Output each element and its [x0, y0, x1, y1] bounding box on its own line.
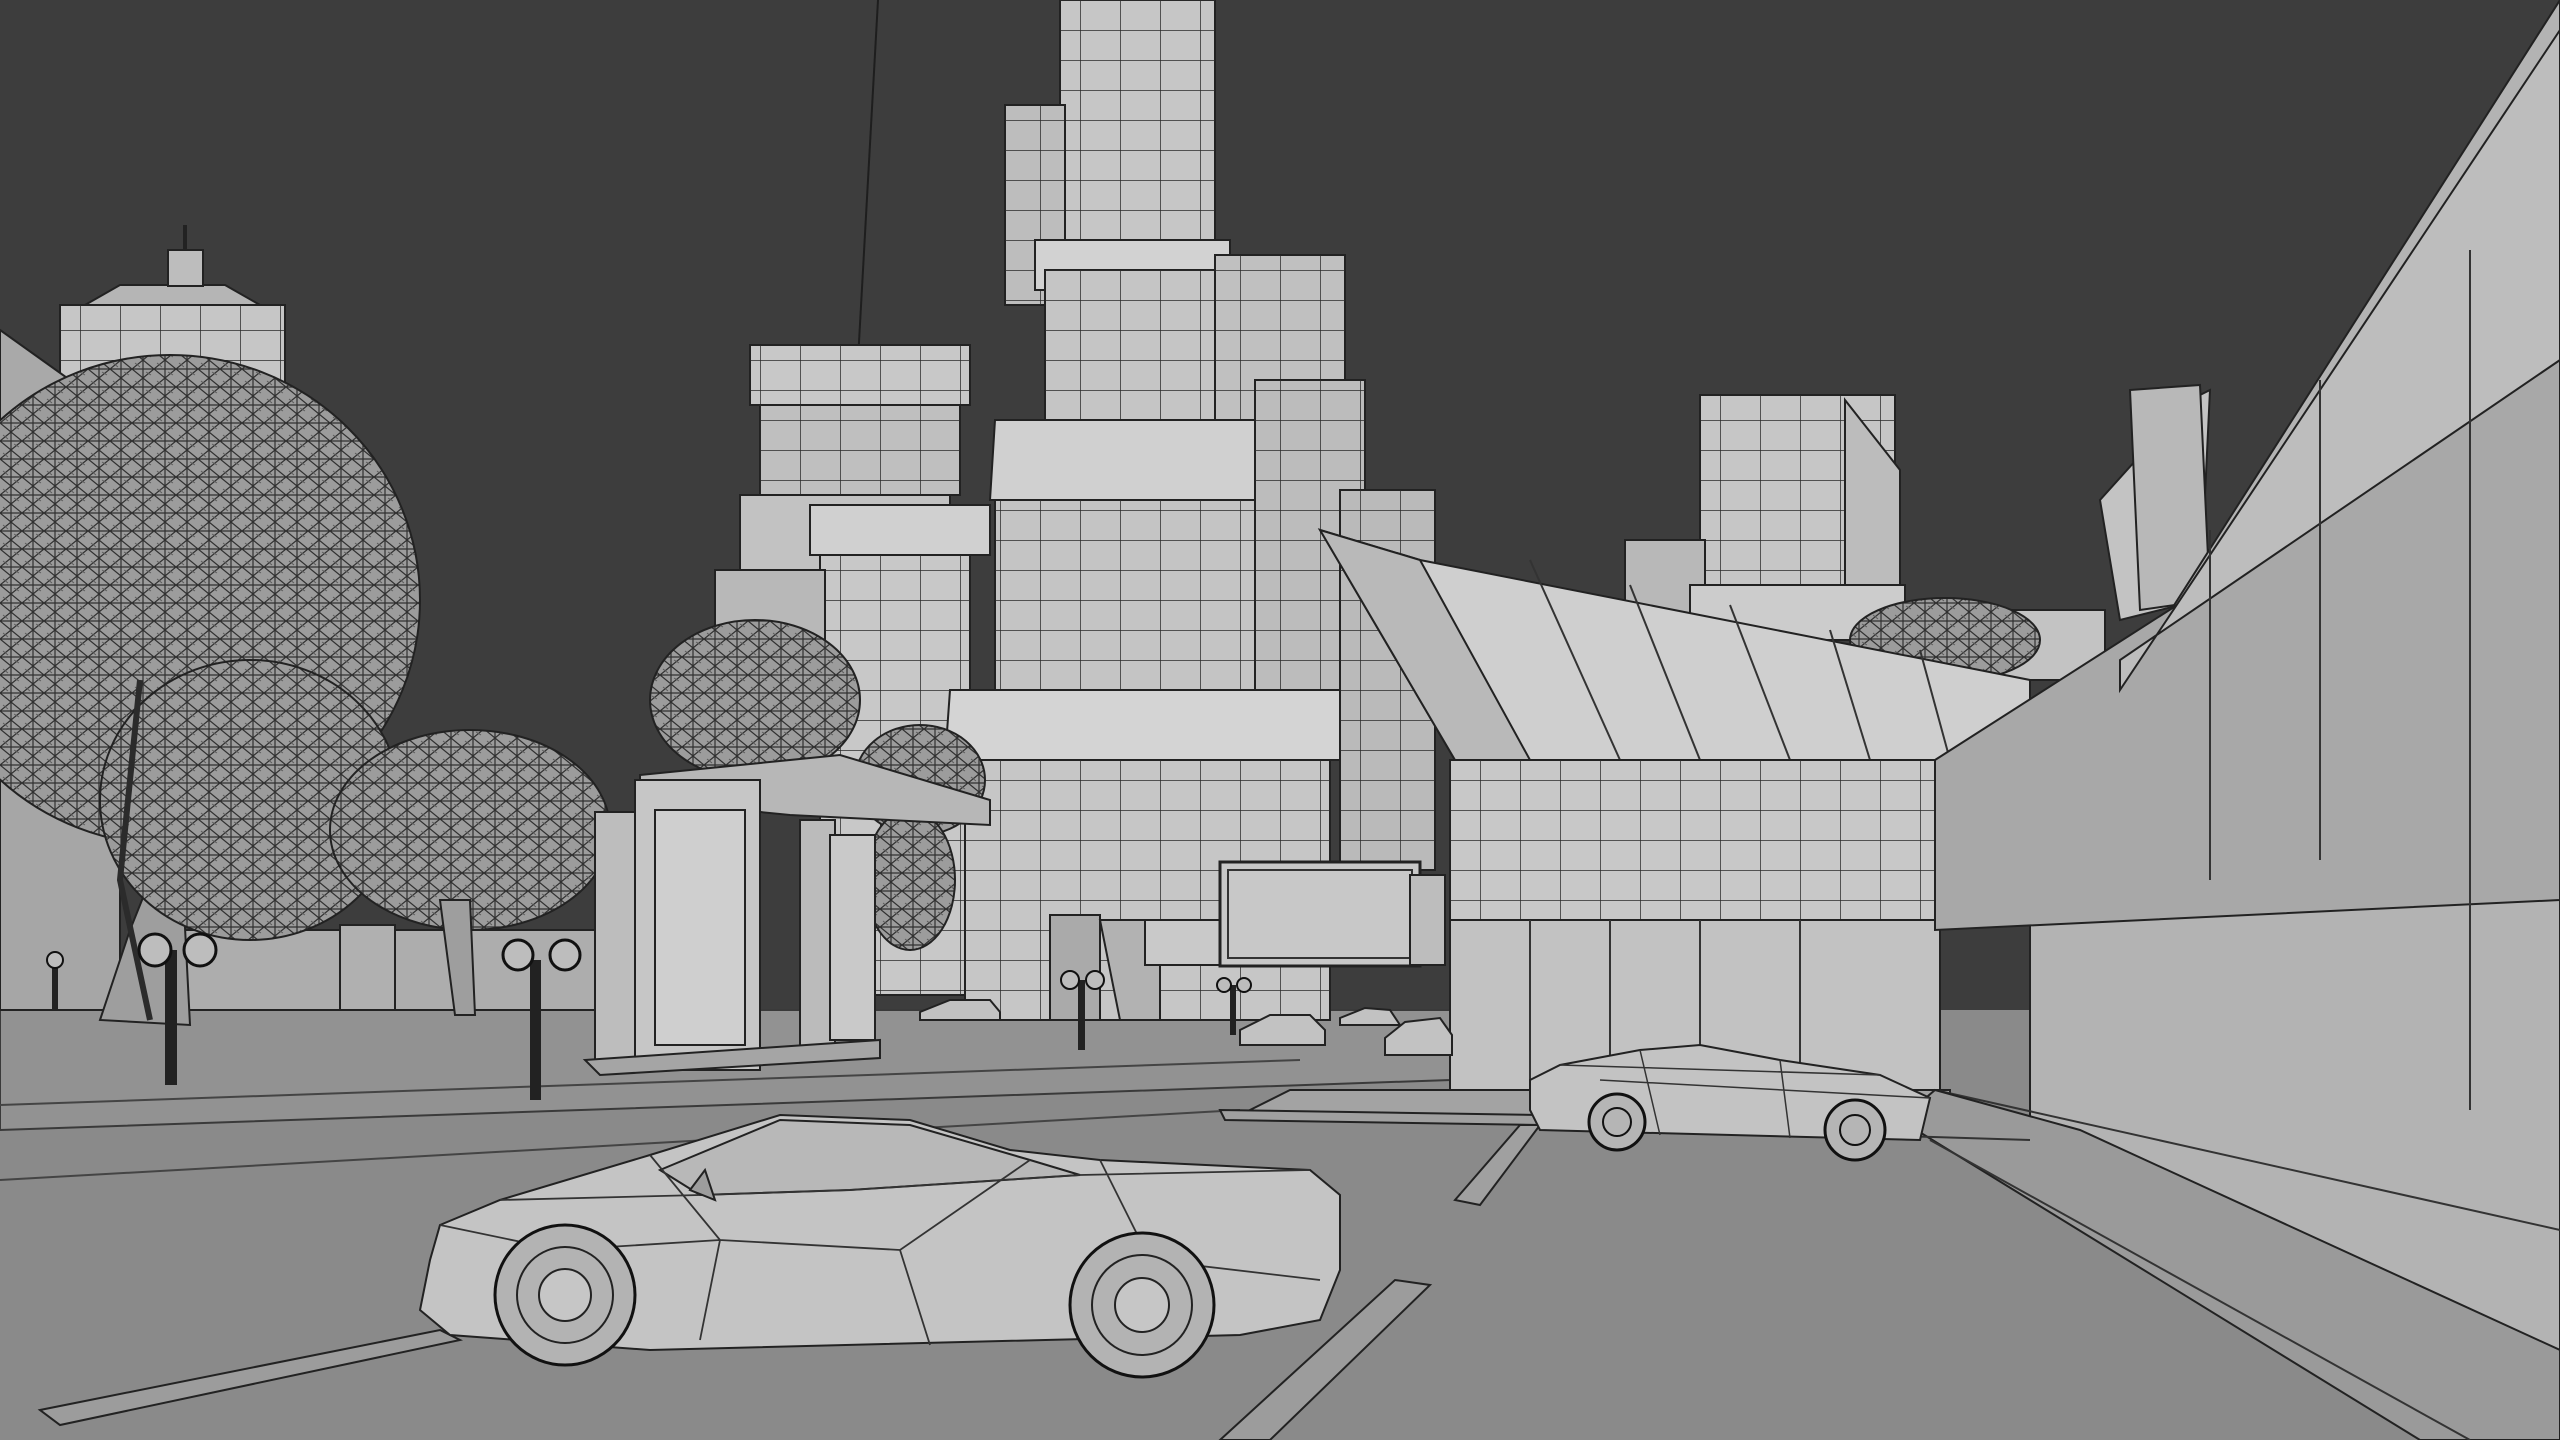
billboard — [1218, 860, 1446, 968]
3d-viewport[interactable] — [0, 0, 2560, 1440]
scene-render — [0, 0, 2560, 1440]
